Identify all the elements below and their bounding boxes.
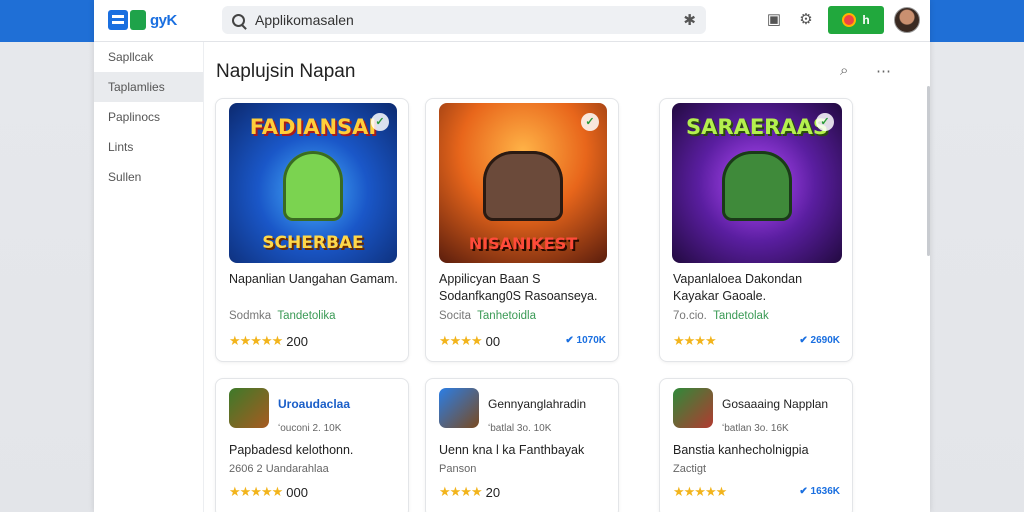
app-meta: ʻbatlan 3o. 16K: [722, 423, 789, 434]
star-rating-icon: ★★★★★: [229, 333, 283, 348]
sidebar-item-0[interactable]: Sapllcak: [94, 42, 203, 72]
app-logo[interactable]: gyK: [108, 8, 177, 32]
download-count: ✔ 1636K: [799, 486, 840, 497]
banner-subtitle: SCHERBAE: [262, 233, 364, 253]
gear-icon[interactable]: ⚙: [796, 10, 816, 30]
app-meta: ʻouconi 2. 10K: [278, 423, 342, 434]
filter-search-icon[interactable]: ⌕: [840, 62, 848, 79]
top-bar: gyK Applikomasalen ✱ ▣ ⚙ h: [94, 0, 930, 42]
app-window: gyK Applikomasalen ✱ ▣ ⚙ h Sapllcak Tapl…: [94, 0, 930, 512]
star-rating-icon: ★★★★★: [229, 484, 283, 499]
app-icon: [673, 388, 713, 428]
star-rating-icon: ★★★★: [439, 484, 483, 499]
more-icon[interactable]: ⋯: [876, 62, 891, 80]
search-input[interactable]: Applikomasalen: [255, 12, 683, 28]
avatar[interactable]: [894, 7, 920, 33]
download-count: ✔ 2690K: [799, 335, 840, 346]
app-icon: [439, 388, 479, 428]
logo-mark-green: [130, 10, 146, 30]
rating: ★★★★★ 000: [229, 484, 308, 500]
rating: ★★★★★ 200: [229, 333, 308, 349]
rating: ★★★★: [673, 333, 720, 349]
account-button[interactable]: h: [828, 6, 884, 34]
app-list-card[interactable]: Gennyanglahradin ʻbatlal 3o. 10K Uenn kn…: [425, 378, 619, 512]
logo-mark-blue: [108, 10, 128, 30]
window-icon[interactable]: ▣: [764, 10, 784, 30]
rating: ★★★★ 20: [439, 484, 501, 500]
app-card[interactable]: FADIANSAI ✓ SCHERBAE Napanlian Uangahan …: [215, 98, 409, 362]
app-title: Banstia kanhecholnigpia: [673, 443, 809, 457]
app-developer: Sodmka Tandetolika: [229, 310, 336, 322]
app-title: Papbadesd kelothonn.: [229, 443, 354, 457]
app-card[interactable]: SARAERAAS ✓ Vapanlaloea Dakondan Kayakar…: [659, 98, 853, 362]
verified-icon: ✓: [371, 113, 389, 131]
app-banner-image: SARAERAAS ✓: [672, 103, 842, 263]
app-developer: 2606 2 Uandarahlaa: [229, 463, 329, 475]
app-developer: Socita Tanhetoidla: [439, 310, 536, 322]
app-developer: Panson: [439, 463, 477, 475]
character-figure: [483, 151, 563, 222]
app-banner-image: ✓ NISANIKEST: [439, 103, 607, 263]
app-meta: ʻbatlal 3o. 10K: [488, 423, 552, 434]
app-name: Gennyanglahradin: [488, 397, 587, 411]
search-bar[interactable]: Applikomasalen ✱: [222, 6, 706, 34]
app-title: Uenn kna l ka Fanthbayak: [439, 443, 585, 457]
character-figure: [722, 151, 792, 222]
app-title: Napanlian Uangahan Gamam.: [229, 272, 398, 286]
badge-icon: [842, 13, 857, 27]
app-developer: Zactigt: [673, 463, 707, 475]
account-button-label: h: [862, 13, 870, 27]
sidebar-item-1[interactable]: Taplamlies: [94, 72, 203, 102]
sidebar: Sapllcak Taplamlies Paplinocs Lints Sull…: [94, 42, 204, 512]
app-developer: 7o.cio. Tandetolak: [673, 310, 769, 322]
star-rating-icon: ★★★★: [673, 333, 717, 348]
rating: ★★★★ 00: [439, 333, 501, 349]
sidebar-item-3[interactable]: Lints: [94, 132, 203, 162]
search-icon: [232, 13, 245, 27]
sidebar-item-4[interactable]: Sullen: [94, 162, 203, 192]
app-banner-image: FADIANSAI ✓ SCHERBAE: [229, 103, 397, 263]
rating: ★★★★★: [673, 484, 730, 500]
verified-icon: ✓: [581, 113, 599, 131]
app-list-card[interactable]: Uroaudaclaa ʻouconi 2. 10K Papbadesd kel…: [215, 378, 409, 512]
star-rating-icon: ★★★★: [439, 333, 483, 348]
app-name: Uroaudaclaa: [278, 397, 351, 411]
verified-icon: ✓: [816, 113, 834, 131]
character-figure: [283, 151, 343, 222]
app-icon: [229, 388, 269, 428]
banner-subtitle: NISANIKEST: [468, 234, 578, 253]
app-title: Appilicyan Baan S Sodanfkang0S Rasoansey…: [439, 272, 598, 303]
app-title: Vapanlaloea Dakondan Kayakar Gaoale.: [673, 272, 803, 303]
scrollbar[interactable]: [927, 86, 930, 256]
app-name: Gosaaaing Napplan: [722, 397, 829, 411]
star-icon[interactable]: ✱: [683, 11, 696, 29]
star-rating-icon: ★★★★★: [673, 484, 727, 499]
page-title: Naplujsin Napan: [216, 61, 356, 82]
sidebar-item-2[interactable]: Paplinocs: [94, 102, 203, 132]
download-count: ✔ 1070K: [565, 335, 606, 346]
app-list-card[interactable]: Gosaaaing Napplan ʻbatlan 3o. 16K Bansti…: [659, 378, 853, 512]
app-card[interactable]: ✓ NISANIKEST Appilicyan Baan S Sodanfkan…: [425, 98, 619, 362]
logo-text: gyK: [150, 11, 177, 29]
